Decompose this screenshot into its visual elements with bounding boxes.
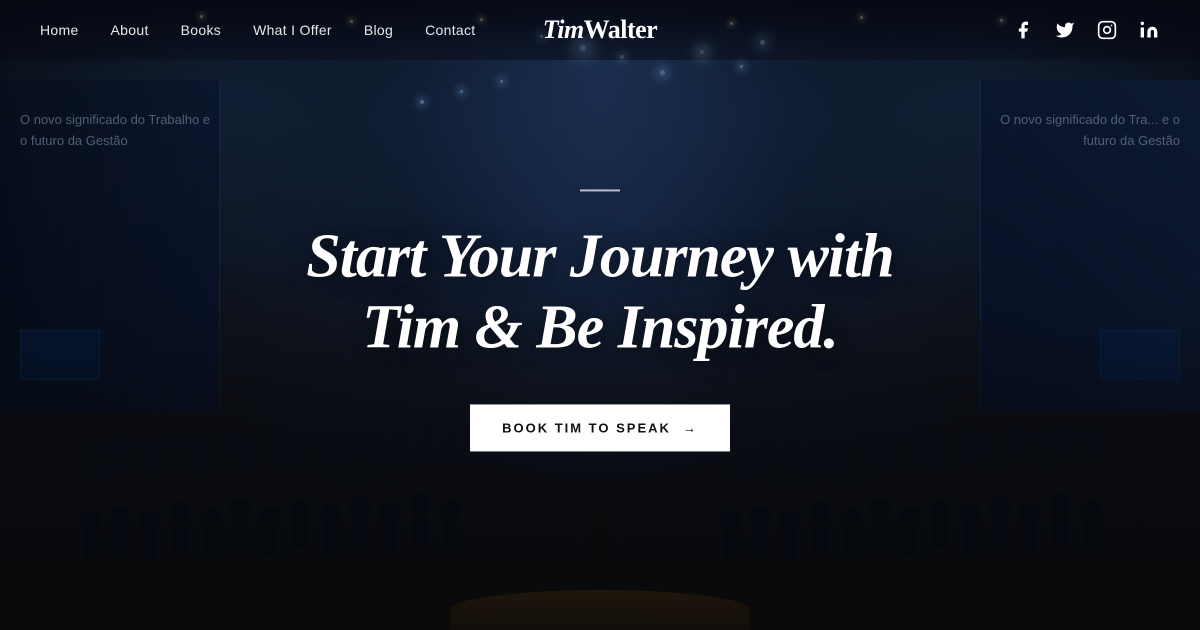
nav-item-about[interactable]: About — [111, 22, 149, 38]
cta-arrow: → — [683, 420, 698, 435]
linkedin-icon[interactable] — [1138, 19, 1160, 41]
hero-title: Start Your Journey with Tim & Be Inspire… — [250, 221, 950, 364]
instagram-icon[interactable] — [1096, 19, 1118, 41]
social-links — [1012, 19, 1160, 41]
hero-section: O novo significado do Trabalho e o futur… — [0, 0, 1200, 630]
nav-item-blog[interactable]: Blog — [364, 22, 393, 38]
hero-content: Start Your Journey with Tim & Be Inspire… — [250, 189, 950, 451]
facebook-icon[interactable] — [1012, 19, 1034, 41]
twitter-icon[interactable] — [1054, 19, 1076, 41]
book-tim-button[interactable]: BOOK TIM TO SPEAK → — [470, 404, 730, 451]
cta-label: BOOK TIM TO SPEAK — [502, 420, 671, 435]
hero-divider — [580, 189, 620, 191]
nav-item-home[interactable]: Home — [40, 22, 79, 38]
site-logo[interactable]: TimWalter — [543, 15, 657, 45]
nav-item-books[interactable]: Books — [181, 22, 221, 38]
nav-links: Home About Books What I Offer Blog Conta… — [40, 22, 475, 38]
navbar: Home About Books What I Offer Blog Conta… — [0, 0, 1200, 60]
nav-item-contact[interactable]: Contact — [425, 22, 475, 38]
nav-item-what-i-offer[interactable]: What I Offer — [253, 22, 332, 38]
